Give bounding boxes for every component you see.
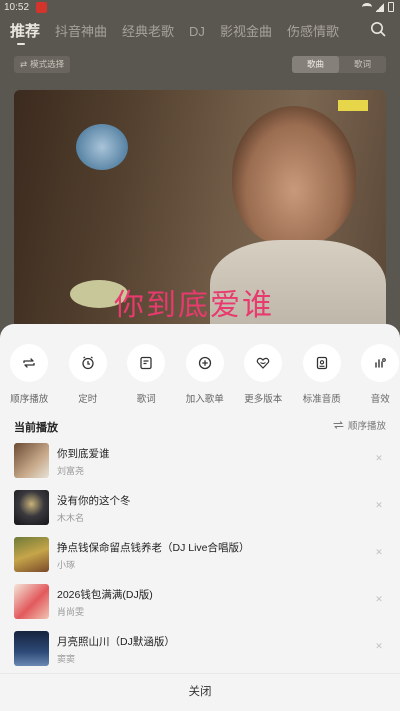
song-artist: 肖尚雯: [57, 607, 85, 617]
cover-title-text: 你到底爱谁: [114, 288, 274, 323]
action-sound-effect[interactable]: 音效: [351, 344, 400, 405]
action-add-playlist[interactable]: 加入歌单: [176, 344, 235, 405]
repeat-small-icon: [333, 421, 344, 429]
song-cover: [14, 631, 49, 666]
sound-effect-icon: [375, 358, 387, 368]
song-artist: 窦窦: [57, 654, 76, 664]
timer-icon: [82, 356, 94, 370]
mode-icon: ⇄: [20, 59, 28, 69]
search-icon[interactable]: [370, 21, 386, 37]
action-lyrics[interactable]: 歌词: [117, 344, 176, 405]
mode-select-button[interactable]: ⇄ 模式选择: [14, 56, 71, 73]
battery-icon: [388, 2, 394, 12]
song-title: 你到底爱谁: [57, 448, 110, 460]
add-icon: [198, 356, 211, 370]
queue-list: 你到底爱谁 刘富尧 ✕ 没有你的这个冬 木木名 ✕ 挣点钱保命留点钱养老（DJ …: [0, 440, 400, 675]
song-lyrics-switch: 歌曲 歌词: [292, 56, 386, 73]
app-notification-icon: [36, 2, 47, 13]
wifi-icon: [362, 3, 372, 11]
remove-icon[interactable]: ✕: [374, 500, 384, 510]
action-label: 定时: [78, 394, 98, 405]
cover-person: [232, 106, 356, 246]
queue-item[interactable]: 没有你的这个冬 木木名 ✕: [0, 487, 400, 534]
segment-lyrics[interactable]: 歌词: [339, 56, 386, 73]
remove-icon[interactable]: ✕: [374, 453, 384, 463]
album-cover: 你到底爱谁: [14, 90, 386, 340]
song-cover: [14, 490, 49, 525]
status-time: 10:52: [4, 2, 30, 13]
mode-label: 模式选择: [30, 59, 65, 69]
action-more-versions[interactable]: 更多版本: [234, 344, 293, 405]
cover-sticker: [76, 124, 128, 170]
song-cover: [14, 537, 49, 572]
queue-item[interactable]: 2026钱包满满(DJ版) 肖尚雯 ✕: [0, 581, 400, 628]
song-title: 月亮照山川（DJ默涵版）: [57, 636, 175, 648]
action-label: 更多版本: [244, 394, 283, 405]
quality-icon: [316, 356, 327, 370]
queue-title: 当前播放: [14, 422, 58, 434]
signal-icon: [376, 2, 384, 12]
play-order-label: 顺序播放: [347, 421, 386, 432]
segment-song[interactable]: 歌曲: [292, 56, 339, 73]
remove-icon[interactable]: ✕: [374, 547, 384, 557]
tab-indicator: [17, 43, 25, 45]
song-title: 挣点钱保命留点钱养老（DJ Live合唱版）: [57, 542, 250, 554]
song-title: 没有你的这个冬: [57, 495, 131, 507]
status-bar: 10:52: [0, 0, 400, 16]
cover-tag: [338, 100, 368, 111]
repeat-icon: [23, 358, 35, 368]
tab-sad[interactable]: 伤感情歌: [287, 21, 339, 40]
song-cover: [14, 443, 49, 478]
remove-icon[interactable]: ✕: [374, 594, 384, 604]
song-artist: 木木名: [57, 513, 85, 523]
close-button[interactable]: 关闭: [0, 673, 400, 711]
song-artist: 小琢: [57, 560, 76, 570]
action-label: 标准音质: [302, 394, 341, 405]
action-quality[interactable]: 标准音质: [293, 344, 352, 405]
action-label: 音效: [370, 394, 390, 405]
song-title: 2026钱包满满(DJ版): [57, 589, 153, 601]
action-row: 顺序播放 定时 歌词 加入歌单 更多版本 标准音质 音效: [0, 344, 400, 405]
action-timer[interactable]: 定时: [59, 344, 118, 405]
tab-douyin[interactable]: 抖音神曲: [55, 21, 107, 40]
queue-item[interactable]: 月亮照山川（DJ默涵版） 窦窦 ✕: [0, 628, 400, 675]
song-cover: [14, 584, 49, 619]
queue-item[interactable]: 挣点钱保命留点钱养老（DJ Live合唱版） 小琢 ✕: [0, 534, 400, 581]
queue-item[interactable]: 你到底爱谁 刘富尧 ✕: [0, 440, 400, 487]
action-label: 加入歌单: [185, 394, 224, 405]
playlist-sheet: 顺序播放 定时 歌词 加入歌单 更多版本 标准音质 音效 当前播放 顺序播放 你…: [0, 324, 400, 711]
action-order[interactable]: 顺序播放: [0, 344, 59, 405]
remove-icon[interactable]: ✕: [374, 641, 384, 651]
queue-header: 当前播放 顺序播放: [14, 418, 386, 434]
tab-recommend[interactable]: 推荐: [10, 20, 40, 41]
lyrics-icon: [140, 356, 152, 370]
tab-classic[interactable]: 经典老歌: [122, 21, 174, 40]
tab-film[interactable]: 影视金曲: [220, 21, 272, 40]
category-tabs: 推荐 抖音神曲 经典老歌 DJ 影视金曲 伤感情歌: [10, 20, 339, 41]
tab-dj[interactable]: DJ: [189, 24, 205, 39]
action-label: 顺序播放: [10, 394, 49, 405]
play-order-button[interactable]: 顺序播放: [333, 418, 386, 432]
heart-versions-icon: [256, 357, 270, 369]
action-label: 歌词: [136, 394, 156, 405]
song-artist: 刘富尧: [57, 466, 85, 476]
